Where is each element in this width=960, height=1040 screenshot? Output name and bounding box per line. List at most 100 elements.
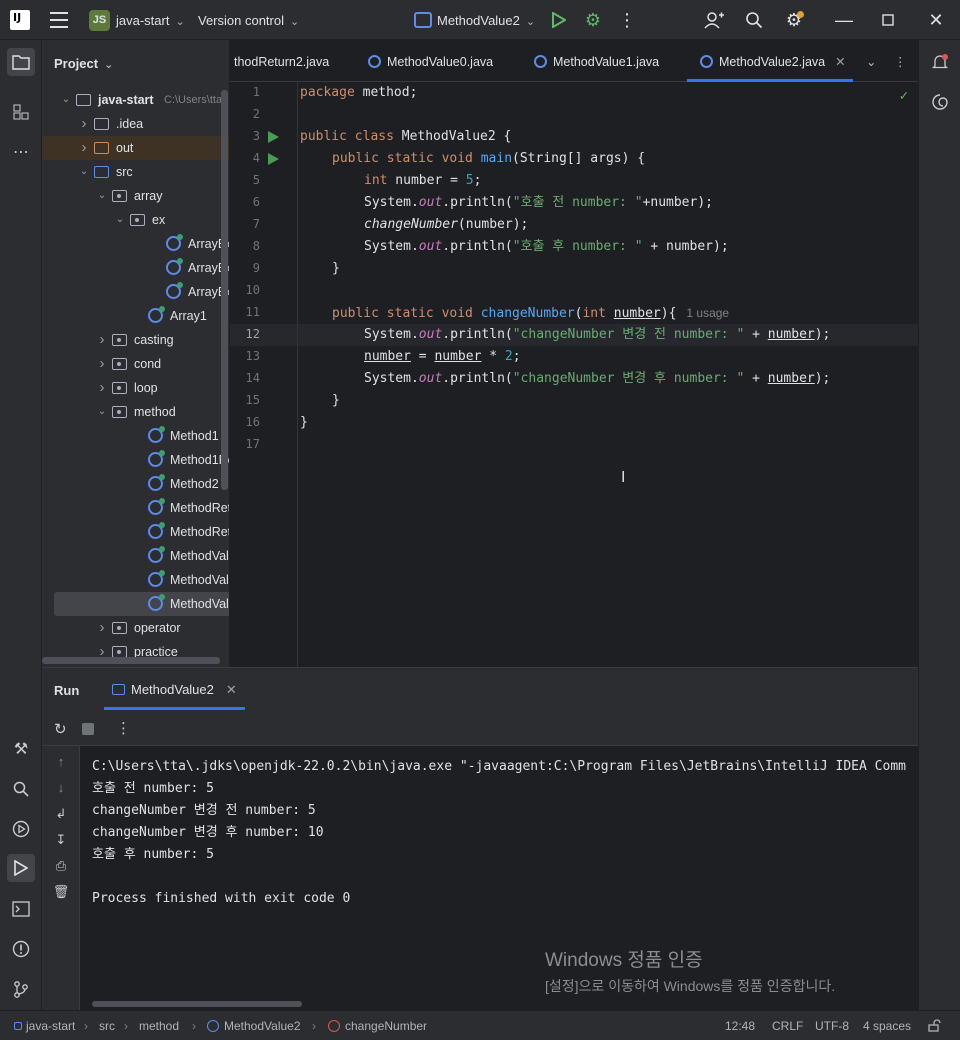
tree-item[interactable]: MethodReturn2 — [42, 520, 229, 544]
line-number[interactable]: 4 — [230, 151, 260, 165]
run-main-gutter-icon[interactable] — [268, 153, 279, 165]
stop-icon[interactable] — [82, 723, 94, 735]
search-tool-icon[interactable] — [9, 777, 33, 801]
terminal-icon[interactable] — [9, 897, 33, 921]
tree-item[interactable]: ⌄ java-start C:\Users\tta — [42, 88, 229, 112]
chevron-right-icon[interactable]: › — [78, 136, 90, 160]
chevron-right-icon[interactable]: › — [96, 376, 108, 400]
line-number[interactable]: 8 — [230, 239, 260, 253]
tree-item[interactable]: › operator — [42, 616, 229, 640]
tree-item[interactable]: ArrayEx2 — [42, 232, 229, 256]
chevron-down-icon[interactable]: ⌄ — [78, 160, 90, 184]
project-tool-icon[interactable] — [7, 48, 35, 76]
tree-item[interactable]: Method1 — [42, 424, 229, 448]
line-number[interactable]: 9 — [230, 261, 260, 275]
tree-item[interactable]: MethodReturn1 — [42, 496, 229, 520]
tab-list-chevron-icon[interactable]: ⌄ — [866, 40, 876, 82]
ai-assistant-icon[interactable] — [928, 90, 952, 114]
code-editor[interactable]: 1 2 3 4 5 6 7 8 9 10 11 12 13 14 15 16 17 ✓ package meth… — [230, 82, 918, 667]
run-icon[interactable] — [547, 8, 571, 32]
scroll-up-icon[interactable]: ↑ — [52, 754, 70, 772]
problems-icon[interactable] — [9, 937, 33, 961]
debug-icon[interactable]: ⚙ — [581, 8, 605, 32]
tree-item[interactable]: ArrayEx6 — [42, 256, 229, 280]
main-menu-icon[interactable] — [50, 12, 68, 28]
tree-item[interactable]: ⌄ src — [42, 160, 229, 184]
more-actions-icon[interactable]: ⋮ — [615, 8, 639, 32]
scroll-to-end-icon[interactable]: ↧ — [52, 832, 70, 850]
read-only-lock-icon[interactable] — [928, 1019, 941, 1035]
indent-setting[interactable]: 4 spaces — [863, 1019, 911, 1033]
more-tools-icon[interactable]: ⋯ — [9, 140, 33, 164]
more-options-icon[interactable]: ⋮ — [116, 719, 131, 737]
breadcrumb-method-member[interactable]: changeNumber — [328, 1019, 427, 1033]
line-number[interactable]: 3 — [230, 129, 260, 143]
run-class-gutter-icon[interactable] — [268, 131, 279, 143]
tree-item[interactable]: ⌄ ex — [42, 208, 229, 232]
version-control-menu[interactable]: Version control ⌄ — [198, 13, 299, 28]
tree-item[interactable]: › loop — [42, 376, 229, 400]
tree-item[interactable]: › .idea — [42, 112, 229, 136]
line-number[interactable]: 14 — [230, 371, 260, 385]
chevron-right-icon[interactable]: › — [78, 112, 90, 136]
structure-tool-icon[interactable] — [9, 100, 33, 124]
run-tool-icon[interactable] — [7, 854, 35, 882]
chevron-down-icon[interactable]: ⌄ — [96, 400, 108, 424]
chevron-down-icon[interactable]: ⌄ — [96, 184, 108, 208]
tree-item[interactable]: › casting — [42, 328, 229, 352]
tree-item[interactable]: ArrayEx7 — [42, 280, 229, 304]
close-tab-icon[interactable]: ✕ — [835, 55, 845, 69]
tree-item[interactable]: › cond — [42, 352, 229, 376]
chevron-right-icon[interactable]: › — [96, 328, 108, 352]
build-hammer-icon[interactable]: ⚒ — [9, 737, 33, 761]
git-icon[interactable] — [9, 977, 33, 1001]
caret-position[interactable]: 12:48 — [725, 1019, 755, 1033]
tree-item[interactable]: MethodValue2 — [54, 592, 229, 616]
add-user-icon[interactable] — [702, 8, 726, 32]
tree-item[interactable]: ⌄ array — [42, 184, 229, 208]
line-number[interactable]: 6 — [230, 195, 260, 209]
tree-item[interactable]: ⌄ method — [42, 400, 229, 424]
project-badge[interactable]: JS — [89, 10, 110, 31]
chevron-right-icon[interactable]: › — [96, 352, 108, 376]
tree-item[interactable]: › out — [42, 136, 229, 160]
rerun-icon[interactable]: ↻ — [54, 720, 67, 738]
tree-horizontal-scrollbar[interactable] — [42, 657, 220, 664]
notifications-bell-icon[interactable] — [928, 50, 952, 74]
breadcrumb-src[interactable]: src — [99, 1019, 115, 1033]
print-icon[interactable]: ⎙ — [52, 858, 70, 876]
line-number[interactable]: 13 — [230, 349, 260, 363]
run-tab-methodvalue2[interactable]: MethodValue2 ✕ — [104, 668, 245, 710]
chevron-down-icon[interactable]: ⌄ — [60, 88, 72, 112]
line-number[interactable]: 11 — [230, 305, 260, 319]
maximize-icon[interactable] — [876, 8, 900, 32]
project-panel-title[interactable]: Project ⌄ — [54, 56, 113, 71]
file-encoding[interactable]: UTF-8 — [815, 1019, 849, 1033]
close-icon[interactable]: ✕ — [924, 8, 948, 32]
search-icon[interactable] — [742, 8, 766, 32]
line-number[interactable]: 17 — [230, 437, 260, 451]
breadcrumb-class[interactable]: MethodValue2 — [207, 1019, 301, 1033]
tab-more-icon[interactable]: ⋮ — [894, 40, 907, 82]
tab-methodreturn2[interactable]: thodReturn2.java — [234, 40, 329, 82]
no-problems-check-icon[interactable]: ✓ — [900, 88, 908, 104]
tree-vertical-scrollbar[interactable] — [221, 90, 228, 490]
line-separator[interactable]: CRLF — [772, 1019, 803, 1033]
minimize-icon[interactable]: — — [832, 8, 856, 32]
project-switcher[interactable]: java-start ⌄ — [116, 13, 185, 28]
line-number[interactable]: 15 — [230, 393, 260, 407]
tree-item[interactable]: MethodValue1 — [42, 568, 229, 592]
tab-methodvalue0[interactable]: MethodValue0.java — [368, 40, 493, 82]
soft-wrap-icon[interactable]: ↲ — [52, 806, 70, 824]
usage-hint[interactable]: 1 usage — [686, 306, 729, 320]
tree-item[interactable]: Method1Ref — [42, 448, 229, 472]
line-number[interactable]: 7 — [230, 217, 260, 231]
line-number[interactable]: 16 — [230, 415, 260, 429]
breadcrumb-method[interactable]: method — [139, 1019, 179, 1033]
tab-methodvalue1[interactable]: MethodValue1.java — [534, 40, 659, 82]
run-config-selector[interactable]: MethodValue2 ⌄ — [437, 13, 535, 28]
line-number[interactable]: 5 — [230, 173, 260, 187]
tree-item[interactable]: MethodValue0 — [42, 544, 229, 568]
tree-item[interactable]: Array1 — [42, 304, 229, 328]
line-number[interactable]: 10 — [230, 283, 260, 297]
